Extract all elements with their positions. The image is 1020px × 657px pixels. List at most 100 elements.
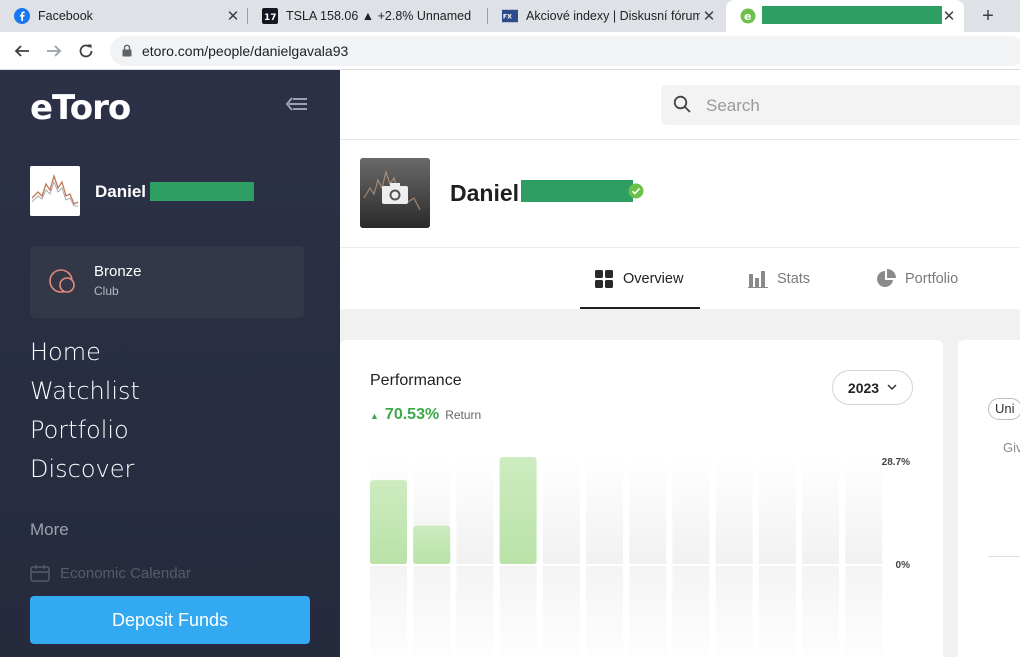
browser-tab-forum[interactable]: FX Akciové indexy | Diskusní fórum ✕ [488,0,724,32]
svg-text:FX: FX [503,14,512,21]
bar-column-neg-bg-Sep [715,566,753,657]
facebook-icon [14,8,30,24]
tab-title: TSLA 158.06 ▲ +2.8% Unnamed [286,9,472,23]
more-section-label: More [30,520,69,539]
bar-column-neg-bg-Apr [499,566,537,657]
new-tab-button[interactable]: + [976,4,1000,28]
browser-tab-etoro[interactable]: e ✕ [726,0,964,32]
chevron-down-icon [887,384,897,391]
browser-tab-facebook[interactable]: Facebook ✕ [0,0,248,32]
return-value: 70.53% [384,406,440,423]
close-tab-icon[interactable]: ✕ [224,7,242,25]
grid-icon [595,269,613,288]
svg-text:17: 17 [264,13,277,23]
side-card-text: Giv [1003,440,1020,455]
user-name[interactable]: Daniel [95,182,146,202]
nav-home[interactable]: Home [30,338,101,366]
tab-title: Akciové indexy | Diskusní fórum [526,9,700,23]
deposit-funds-button[interactable]: Deposit Funds [30,596,310,644]
collapse-sidebar-icon[interactable] [285,95,309,118]
address-bar[interactable]: etoro.com/people/danielgavala93 [110,36,1020,66]
svg-text:e: e [744,10,751,23]
side-card: Uni Giv [958,340,1020,657]
forum-icon: FX [502,8,518,24]
bar-column-neg-bg-Feb [413,566,451,657]
divider [988,556,1020,557]
reload-icon[interactable] [75,40,97,62]
nav-label: Economic Calendar [60,564,191,582]
bar-Jan[interactable] [370,480,407,564]
tab-title: Facebook [38,9,93,23]
bar-Feb[interactable] [413,525,451,564]
search-icon [673,95,691,118]
nav-portfolio[interactable]: Portfolio [30,416,129,444]
tab-label: Overview [623,270,684,287]
lock-icon [122,44,132,62]
back-arrow-icon[interactable] [11,40,33,62]
return-label: Return [445,408,482,422]
club-tier-icon [48,266,78,301]
tab-label: Portfolio [905,270,959,287]
club-label: Club [94,284,119,298]
up-triangle-icon: ▲ [370,411,379,421]
bar-column-bg-Oct [758,457,796,564]
forward-arrow-icon[interactable] [43,40,65,62]
bar-column-bg-Dec [845,457,883,564]
nav-watchlist[interactable]: Watchlist [30,377,140,405]
browser-toolbar: etoro.com/people/danielgavala93 [0,32,1020,70]
browser-tab-strip: Facebook ✕ 17 TSLA 158.06 ▲ +2.8% Unname… [0,0,1020,32]
etoro-logo[interactable]: eToro [30,88,131,128]
performance-title: Performance [370,372,462,389]
performance-chart: 28.7% 0% [370,457,911,657]
club-tier: Bronze [94,263,142,280]
pie-chart-icon [877,268,896,287]
performance-card: Performance ▲ 70.53% Return 2023 28.7% 0% [340,340,943,657]
redacted-block [762,6,942,24]
year-selector[interactable]: 2023 [832,370,913,405]
browser-tab-tradingview[interactable]: 17 TSLA 158.06 ▲ +2.8% Unnamed [248,0,488,32]
redacted-block [521,180,633,202]
y-tick-label-0: 28.7% [882,457,910,468]
bar-column-bg-Aug [672,457,710,564]
bar-column-neg-bg-Mar [456,566,494,657]
profile-tabs: Overview Stats Portfolio [340,248,1020,309]
screen: Facebook ✕ 17 TSLA 158.06 ▲ +2.8% Unname… [0,0,1020,657]
bar-column-bg-Sep [715,457,753,564]
bar-column-neg-bg-Jan [370,566,407,657]
tab-overview[interactable]: Overview [594,248,683,309]
tab-label: Stats [777,270,811,287]
sidebar: eToro Daniel Bronze Club Home Watchlist … [0,70,340,657]
search-box[interactable]: Search [661,85,1020,125]
y-tick-label-1: 0% [896,560,911,571]
club-badge[interactable]: Bronze Club [30,246,304,318]
top-bar: Search [340,70,1020,140]
side-card-pill[interactable]: Uni [988,398,1020,420]
selected-year: 2023 [847,379,880,396]
tab-portfolio[interactable]: Portfolio [876,248,958,309]
bar-column-neg-bg-Nov [802,566,839,657]
etoro-icon: e [740,8,756,24]
verified-badge-icon [628,183,644,204]
close-tab-icon[interactable]: ✕ [700,7,718,25]
avatar[interactable] [30,166,80,216]
profile-header: Daniel [340,140,1020,248]
active-tab-underline [580,307,700,309]
tradingview-icon: 17 [262,8,278,24]
bar-Apr[interactable] [499,457,537,564]
main-content: Search Daniel Overview Stats Portfolio P… [340,70,1020,657]
bar-column-bg-May [542,457,580,564]
camera-icon [382,183,408,204]
nav-discover[interactable]: Discover [30,455,134,483]
search-input[interactable]: Search [706,96,760,116]
tab-stats[interactable]: Stats [748,248,810,309]
bar-column-neg-bg-Dec [845,566,883,657]
profile-avatar[interactable] [360,158,430,228]
close-tab-icon[interactable]: ✕ [940,7,958,25]
url-text: etoro.com/people/danielgavala93 [142,43,349,59]
performance-return: ▲ 70.53% Return [370,406,481,424]
bar-column-neg-bg-Oct [758,566,796,657]
bar-chart-icon [748,270,768,288]
nav-economic-calendar[interactable]: Economic Calendar [30,564,191,582]
bar-column-bg-Jun [586,457,623,564]
profile-name: Daniel [450,180,520,206]
